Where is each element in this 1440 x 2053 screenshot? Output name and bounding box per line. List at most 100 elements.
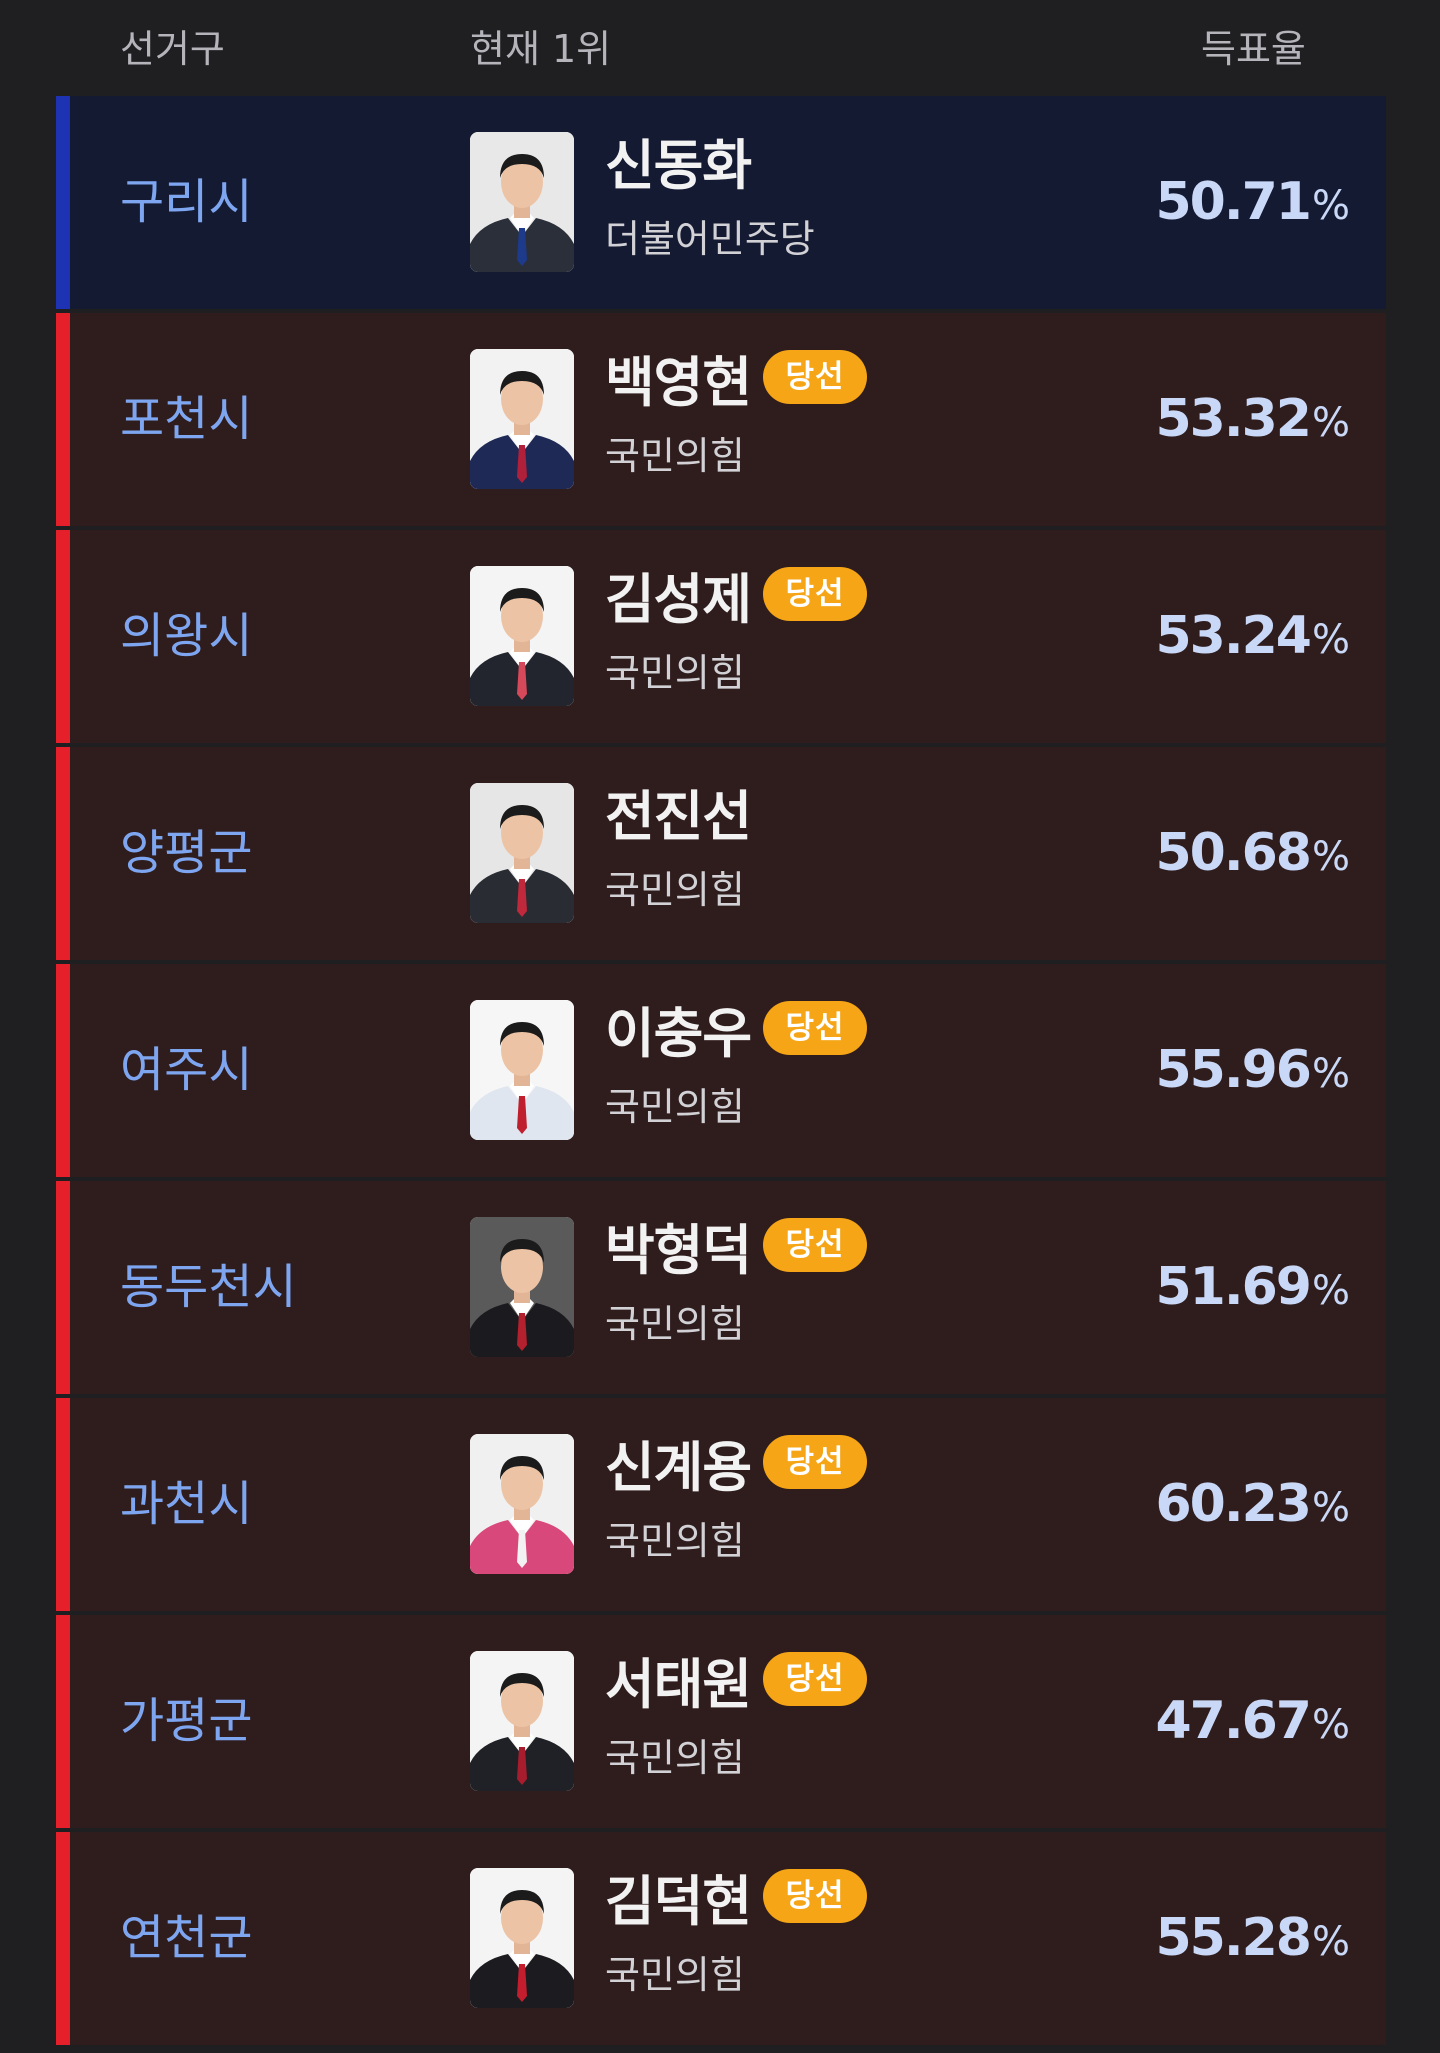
vote-rate-value: 50.71 <box>1155 172 1312 232</box>
percent-sign: % <box>1311 1051 1350 1097</box>
leader-column-header: 현재 1위 <box>470 27 612 71</box>
result-row[interactable]: 구리시 신동화 더불어민주당 50.71% <box>56 96 1386 309</box>
candidate-name-line: 백영현 당선 <box>605 345 868 414</box>
candidate-photo <box>470 783 574 923</box>
vote-rate: 53.32% <box>1156 313 1351 526</box>
winner-badge: 당선 <box>763 1869 868 1923</box>
candidate-photo <box>470 132 574 272</box>
candidate-name: 서태원 <box>605 1652 752 1716</box>
result-row[interactable]: 연천군 김덕현 당선 국민의힘 55.28% <box>56 1832 1386 2045</box>
party-name: 국민의힘 <box>605 651 745 695</box>
party-name: 국민의힘 <box>605 434 745 478</box>
candidate-name: 박형덕 <box>605 1218 752 1282</box>
vote-rate: 50.68% <box>1156 747 1351 960</box>
candidate-name-line: 신계용 당선 <box>605 1430 868 1499</box>
vote-rate-value: 55.28 <box>1155 1908 1312 1968</box>
candidate-portrait-icon <box>470 1217 574 1357</box>
result-row[interactable]: 과천시 신계용 당선 국민의힘 60.23% <box>56 1398 1386 1611</box>
candidate-photo <box>470 1434 574 1574</box>
district-name: 포천시 <box>120 391 253 447</box>
result-row[interactable]: 의왕시 김성제 당선 국민의힘 53.24% <box>56 530 1386 743</box>
candidate-portrait-icon <box>470 1868 574 2008</box>
winner-badge: 당선 <box>763 1652 868 1706</box>
candidate-portrait-icon <box>470 1651 574 1791</box>
winner-badge: 당선 <box>763 1001 868 1055</box>
candidate-name: 전진선 <box>605 784 752 848</box>
candidate-name: 신동화 <box>605 133 752 197</box>
percent-sign: % <box>1311 834 1350 880</box>
candidate-name: 신계용 <box>605 1435 752 1499</box>
candidate-photo <box>470 1000 574 1140</box>
district-name: 과천시 <box>120 1476 253 1532</box>
vote-rate: 50.71% <box>1156 96 1351 309</box>
percent-sign: % <box>1311 1919 1350 1965</box>
vote-rate-value: 60.23 <box>1155 1474 1312 1534</box>
district-name: 연천군 <box>120 1910 253 1966</box>
party-name: 국민의힘 <box>605 868 745 912</box>
vote-rate: 47.67% <box>1156 1615 1351 1828</box>
party-name: 더불어민주당 <box>605 217 815 261</box>
party-name: 국민의힘 <box>605 1085 745 1129</box>
percent-sign: % <box>1311 183 1350 229</box>
district-name: 의왕시 <box>120 608 253 664</box>
result-row[interactable]: 양평군 전진선 국민의힘 50.68% <box>56 747 1386 960</box>
election-results-page: 선거구 현재 1위 득표율 구리시 신동화 더불어민주당 50.71% 포천시 <box>0 0 1440 2053</box>
candidate-name-line: 서태원 당선 <box>605 1647 868 1716</box>
vote-rate: 51.69% <box>1156 1181 1351 1394</box>
candidate-name: 이충우 <box>605 1001 752 1065</box>
candidate-portrait-icon <box>470 1000 574 1140</box>
candidate-portrait-icon <box>470 783 574 923</box>
percent-sign: % <box>1311 1268 1350 1314</box>
winner-badge: 당선 <box>763 1218 868 1272</box>
result-row[interactable]: 가평군 서태원 당선 국민의힘 47.67% <box>56 1615 1386 1828</box>
candidate-photo <box>470 1217 574 1357</box>
percent-sign: % <box>1311 617 1350 663</box>
vote-rate-value: 50.68 <box>1155 823 1312 883</box>
percent-sign: % <box>1311 1485 1350 1531</box>
district-name: 양평군 <box>120 825 253 881</box>
district-column-header: 선거구 <box>120 27 225 71</box>
result-row[interactable]: 포천시 백영현 당선 국민의힘 53.32% <box>56 313 1386 526</box>
district-name: 가평군 <box>120 1693 253 1749</box>
result-row[interactable]: 동두천시 박형덕 당선 국민의힘 51.69% <box>56 1181 1386 1394</box>
table-header: 선거구 현재 1위 득표율 <box>0 0 1440 90</box>
party-name: 국민의힘 <box>605 1953 745 1997</box>
candidate-photo <box>470 349 574 489</box>
candidate-portrait-icon <box>470 566 574 706</box>
candidate-name: 김덕현 <box>605 1869 752 1933</box>
vote-rate: 55.96% <box>1156 964 1351 1177</box>
candidate-name-line: 김성제 당선 <box>605 562 868 631</box>
party-name: 국민의힘 <box>605 1519 745 1563</box>
vote-rate-value: 53.24 <box>1155 606 1312 666</box>
results-list: 구리시 신동화 더불어민주당 50.71% 포천시 백영현 당선 국민의힘 53… <box>56 96 1386 2049</box>
candidate-portrait-icon <box>470 1434 574 1574</box>
candidate-portrait-icon <box>470 132 574 272</box>
percent-sign: % <box>1311 1702 1350 1748</box>
result-row[interactable]: 여주시 이충우 당선 국민의힘 55.96% <box>56 964 1386 1177</box>
party-name: 국민의힘 <box>605 1302 745 1346</box>
candidate-portrait-icon <box>470 349 574 489</box>
rate-column-header: 득표율 <box>1201 27 1306 71</box>
candidate-name-line: 김덕현 당선 <box>605 1864 868 1933</box>
candidate-photo <box>470 566 574 706</box>
candidate-name-line: 박형덕 당선 <box>605 1213 868 1282</box>
district-name: 여주시 <box>120 1042 253 1098</box>
candidate-name-line: 이충우 당선 <box>605 996 868 1065</box>
candidate-name: 백영현 <box>605 350 752 414</box>
vote-rate-value: 55.96 <box>1155 1040 1312 1100</box>
candidate-name-line: 신동화 <box>605 128 752 197</box>
vote-rate-value: 51.69 <box>1155 1257 1312 1317</box>
winner-badge: 당선 <box>763 350 868 404</box>
candidate-photo <box>470 1868 574 2008</box>
party-name: 국민의힘 <box>605 1736 745 1780</box>
candidate-photo <box>470 1651 574 1791</box>
vote-rate-value: 47.67 <box>1155 1691 1312 1751</box>
vote-rate: 55.28% <box>1156 1832 1351 2045</box>
district-name: 구리시 <box>120 174 253 230</box>
vote-rate: 53.24% <box>1156 530 1351 743</box>
vote-rate-value: 53.32 <box>1155 389 1312 449</box>
district-name: 동두천시 <box>120 1259 297 1315</box>
winner-badge: 당선 <box>763 1435 868 1489</box>
vote-rate: 60.23% <box>1156 1398 1351 1611</box>
percent-sign: % <box>1311 400 1350 446</box>
